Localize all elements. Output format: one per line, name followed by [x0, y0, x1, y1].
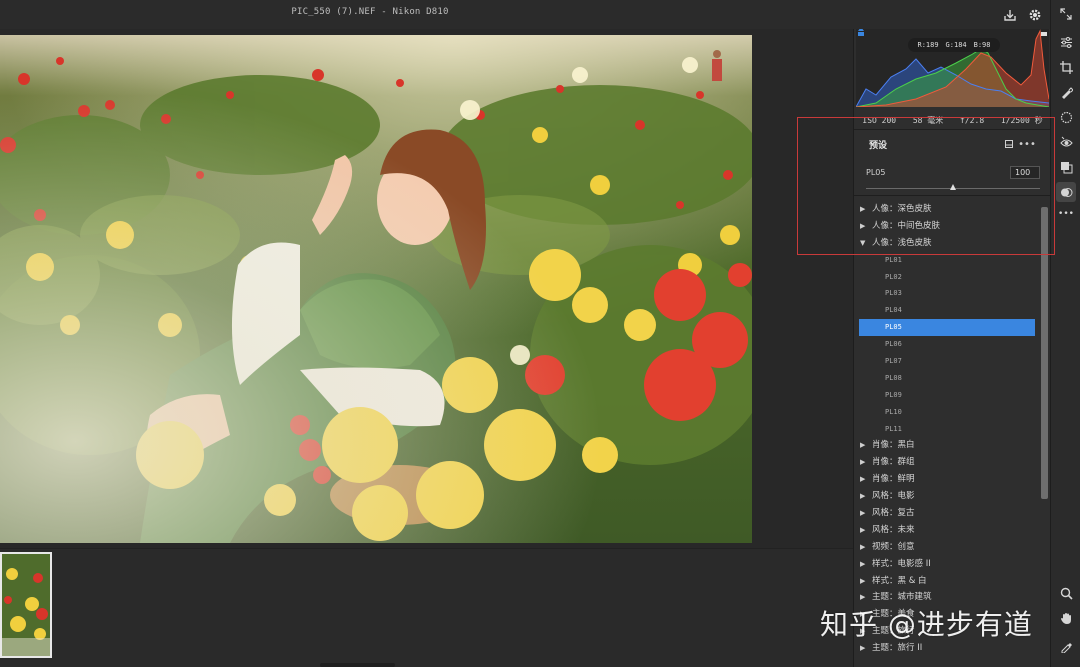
preset-amount-input[interactable]: 100: [1010, 166, 1040, 179]
preset-group-label: 视频：创意: [872, 541, 915, 552]
aperture-value: f/2.8: [960, 116, 985, 125]
triangle-right-icon: ▶: [860, 475, 866, 484]
blue-value: B:98: [973, 41, 991, 49]
presets-icon[interactable]: [1056, 182, 1076, 202]
preset-group[interactable]: ▶ 肖像：群组: [854, 454, 1040, 471]
preset-item[interactable]: PL04: [854, 302, 1040, 319]
watermark: 知乎 @进步有道: [820, 608, 1033, 641]
preset-group-label: 主题：城市建筑: [872, 592, 932, 603]
preset-group-label: 主题：旅行 II: [872, 643, 923, 654]
triangle-right-icon: ▶: [860, 205, 866, 213]
more-icon[interactable]: •••: [1056, 204, 1076, 224]
preset-amount-row: PL05 100: [854, 163, 1051, 193]
divider: [854, 195, 1051, 196]
hand-icon[interactable]: [1056, 608, 1076, 628]
preset-list: ▶ 人像：深色皮肤 ▶ 人像：中间色皮肤 ▼ 人像：浅色皮肤 PL01 PL02 PL03 PL0…: [854, 201, 1040, 657]
zoom-icon[interactable]: [1056, 583, 1076, 603]
preset-group-label: 肖像：群组: [872, 457, 915, 468]
preset-item[interactable]: PL05: [859, 319, 1035, 337]
preset-item[interactable]: PL02: [854, 269, 1040, 286]
preset-group-label: 风格：未来: [872, 524, 915, 535]
triangle-right-icon: ▶: [860, 525, 866, 534]
right-panel: R:189 G:184 B:98 ISO 200 58 毫米 f/2.8 1/2…: [853, 27, 1051, 667]
preset-group[interactable]: ▶ 肖像：黑白: [854, 437, 1040, 454]
preset-group[interactable]: ▶ 样式：黑 & 白: [854, 573, 1040, 590]
presets-header: 预设 •••: [854, 133, 1051, 155]
preset-item[interactable]: PL10: [854, 404, 1040, 421]
preset-group-label: 肖像：黑白: [872, 440, 915, 451]
eyedropper-icon[interactable]: [1056, 636, 1076, 656]
presets-title: 预设: [869, 141, 888, 151]
triangle-down-icon: ▼: [860, 238, 866, 247]
triangle-right-icon: ▶: [860, 559, 866, 568]
preset-group-label: 人像：深色皮肤: [872, 204, 932, 214]
preset-amount-label: PL05: [866, 168, 886, 177]
preset-group[interactable]: ▶ 风格：电影: [854, 488, 1040, 505]
new-preset-icon[interactable]: [1002, 138, 1016, 150]
preset-item[interactable]: PL08: [854, 370, 1040, 387]
mask-icon[interactable]: [1056, 107, 1076, 127]
green-value: G:184: [945, 41, 967, 49]
sliders-icon[interactable]: [1056, 32, 1076, 52]
preset-group-label: 风格：复古: [872, 508, 915, 519]
filmstrip: [0, 548, 853, 667]
tool-rail: •••: [1050, 0, 1080, 667]
triangle-right-icon: ▶: [860, 441, 866, 450]
rgb-readout: R:189 G:184 B:98: [908, 38, 1000, 52]
more-options-icon[interactable]: •••: [1018, 138, 1036, 150]
filmstrip-thumbnail[interactable]: [0, 552, 52, 658]
expand-icon[interactable]: [1056, 4, 1076, 24]
preset-group[interactable]: ▶ 肖像：鲜明: [854, 471, 1040, 488]
preset-group[interactable]: ▶ 风格：未来: [854, 522, 1040, 539]
preset-group[interactable]: ▶ 人像：中间色皮肤: [854, 218, 1040, 235]
preset-group-label: 样式：黑 & 白: [872, 575, 927, 586]
preset-group[interactable]: ▶ 视频：创意: [854, 539, 1040, 556]
layers-icon[interactable]: [1056, 157, 1076, 177]
shutter-value: 1/2500 秒: [1000, 116, 1043, 125]
preset-group-label: 样式：电影感 II: [872, 558, 931, 569]
preset-item[interactable]: PL06: [854, 336, 1040, 353]
filmstrip-scrollbar[interactable]: [320, 663, 395, 667]
preset-amount-slider-thumb[interactable]: [949, 184, 956, 190]
preset-item[interactable]: PL03: [854, 285, 1040, 302]
preset-item[interactable]: PL07: [854, 353, 1040, 370]
healing-brush-icon[interactable]: [1056, 82, 1076, 102]
triangle-right-icon: ▶: [860, 509, 866, 518]
preset-group[interactable]: ▼ 人像：浅色皮肤: [854, 235, 1040, 252]
triangle-right-icon: ▶: [860, 542, 866, 551]
triangle-right-icon: ▶: [860, 221, 866, 230]
image-canvas[interactable]: [0, 29, 853, 548]
preset-item[interactable]: PL11: [854, 421, 1040, 438]
triangle-right-icon: ▶: [860, 576, 866, 585]
triangle-right-icon: ▶: [860, 492, 866, 501]
red-value: R:189: [917, 41, 939, 49]
exif-info: ISO 200 58 毫米 f/2.8 1/2500 秒: [854, 112, 1051, 130]
export-icon[interactable]: [1000, 5, 1020, 25]
preset-item[interactable]: PL01: [854, 252, 1040, 269]
crop-icon[interactable]: [1056, 57, 1076, 77]
histogram: R:189 G:184 B:98: [855, 27, 1050, 108]
iso-value: ISO 200: [862, 116, 897, 125]
title-bar: PIC_550 (7).NEF - Nikon D810: [0, 0, 1050, 29]
preset-group-label: 人像：浅色皮肤: [872, 237, 932, 248]
preset-group-label: 肖像：鲜明: [872, 474, 915, 485]
gear-icon[interactable]: [1025, 5, 1045, 25]
preset-group[interactable]: ▶ 风格：复古: [854, 505, 1040, 522]
preset-list-scrollbar[interactable]: [1041, 207, 1048, 499]
preset-item[interactable]: PL09: [854, 387, 1040, 404]
triangle-right-icon: ▶: [860, 458, 866, 467]
window-title: PIC_550 (7).NEF - Nikon D810: [291, 7, 449, 17]
preset-group-label: 人像：中间色皮肤: [872, 220, 941, 231]
red-eye-icon[interactable]: [1056, 132, 1076, 152]
preset-group[interactable]: ▶ 样式：电影感 II: [854, 556, 1040, 573]
focal-length-value: 58 毫米: [912, 116, 944, 125]
preset-group-label: 风格：电影: [872, 491, 915, 502]
main-photo[interactable]: [0, 35, 752, 543]
preset-group[interactable]: ▶ 人像：深色皮肤: [854, 201, 1040, 218]
